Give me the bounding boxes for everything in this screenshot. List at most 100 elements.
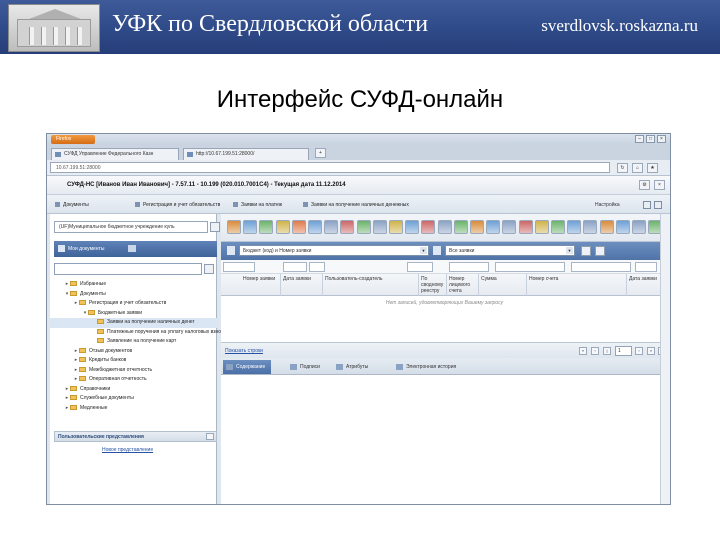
- toolbar-tool-icon[interactable]: [437, 220, 452, 234]
- toolbar-tool-icon[interactable]: [518, 220, 533, 234]
- first-page-icon[interactable]: «: [579, 347, 587, 355]
- toolbar-tool-icon[interactable]: [308, 220, 322, 234]
- new-tab-icon[interactable]: +: [315, 148, 326, 158]
- toolbar-tool-icon[interactable]: [534, 220, 549, 234]
- tree-item[interactable]: ▸ Избранные: [50, 280, 217, 290]
- toolbar-tool-icon[interactable]: [470, 220, 484, 234]
- tree-item[interactable]: ▸ Отзыв документов: [50, 347, 217, 357]
- tree-item[interactable]: ▸ Регистрация и учет обязательств: [50, 299, 217, 309]
- menu-item-payments[interactable]: Заявки на платеж: [233, 202, 282, 208]
- search-icon[interactable]: [204, 264, 214, 274]
- firefox-menu-button[interactable]: Firefox: [51, 135, 95, 144]
- toolbar-tool-icon[interactable]: [356, 220, 371, 234]
- new-view-link[interactable]: Новое представление: [102, 447, 153, 453]
- apply-filter-icon[interactable]: [581, 246, 591, 256]
- tree-item[interactable]: Платежные поручения на уплату налоговых …: [50, 328, 229, 338]
- toolbar-tool-icon[interactable]: [615, 220, 630, 234]
- toolbar-tool-icon[interactable]: [405, 220, 420, 234]
- filter-value-select[interactable]: Все заявки ▼: [445, 245, 575, 256]
- collapse-icon[interactable]: [206, 433, 214, 440]
- toolbar-tool-icon[interactable]: [291, 220, 306, 234]
- reload-icon[interactable]: ↻: [617, 163, 628, 173]
- exit-icon[interactable]: [654, 201, 662, 209]
- my-documents-tab[interactable]: Мои документы: [54, 241, 217, 257]
- chevron-down-icon[interactable]: ▼: [566, 247, 573, 254]
- toolbar-tool-icon[interactable]: [599, 220, 614, 234]
- tab-history[interactable]: Электронная история: [393, 360, 462, 374]
- column-filter-input[interactable]: [407, 262, 433, 272]
- page-scrollbar[interactable]: [660, 214, 670, 504]
- toolbar-tool-icon[interactable]: [275, 220, 290, 234]
- toolbar-tool-icon[interactable]: [551, 220, 565, 234]
- toolbar-tool-icon[interactable]: [324, 220, 339, 234]
- toolbar-tool-icon[interactable]: [259, 220, 274, 234]
- column-filter-input[interactable]: [283, 262, 307, 272]
- column-header[interactable]: Номер лицевого счета: [449, 276, 479, 294]
- clear-filter-icon[interactable]: [595, 246, 605, 256]
- menu-item-obligations[interactable]: Регистрация и учет обязательств: [135, 202, 220, 208]
- page-number-input[interactable]: 1: [615, 346, 632, 356]
- chevron-down-icon[interactable]: ▼: [420, 247, 427, 254]
- home-icon[interactable]: ⌂: [632, 163, 643, 173]
- toolbar-tool-icon[interactable]: [567, 220, 582, 234]
- column-filter-input[interactable]: [635, 262, 657, 272]
- toolbar-tool-icon[interactable]: [583, 220, 598, 234]
- toolbar-tool-icon[interactable]: [243, 220, 258, 234]
- last-page-icon[interactable]: »: [647, 347, 655, 355]
- tab-url[interactable]: http://10.67.199.51:28000/: [183, 148, 309, 160]
- toolbar-tool-icon[interactable]: [502, 220, 517, 234]
- tree-item[interactable]: ▸ Служебные документы: [50, 394, 217, 404]
- settings-button[interactable]: Настройка: [595, 202, 620, 208]
- prev-page-icon[interactable]: ‹: [591, 347, 599, 355]
- org-select[interactable]: (UF)Муниципальное бюджетное учреждение к…: [54, 221, 208, 233]
- column-header[interactable]: Дата заявки: [283, 276, 319, 282]
- tab-sufd[interactable]: СУФД Управление Федерального Казн: [51, 148, 179, 160]
- show-rows-link[interactable]: Показать строки: [225, 348, 263, 354]
- toolbar-tool-icon[interactable]: [632, 220, 646, 234]
- column-header[interactable]: Номер счета: [529, 276, 573, 282]
- tree-item[interactable]: ▸ Медленные: [50, 404, 217, 414]
- column-header[interactable]: Номер заявки: [243, 276, 279, 282]
- next-page-icon[interactable]: ›: [635, 347, 643, 355]
- toolbar-tool-icon[interactable]: [227, 220, 241, 234]
- tree-view-icon[interactable]: [128, 245, 136, 252]
- toolbar-tool-icon[interactable]: [340, 220, 355, 234]
- tree-search-input[interactable]: [54, 263, 202, 275]
- tree-item[interactable]: ▸ Кредиты банков: [50, 356, 217, 366]
- column-header[interactable]: Пользователь-создатель: [325, 276, 413, 282]
- column-header[interactable]: Сумма: [481, 276, 525, 282]
- menu-item-cash[interactable]: Заявки на получение наличных денежных: [303, 202, 409, 208]
- column-filter-input[interactable]: [449, 262, 489, 272]
- app-settings-icon[interactable]: ⚙: [639, 180, 650, 190]
- tree-item[interactable]: Заявки на получение наличных денег: [50, 318, 217, 328]
- url-bar[interactable]: 10.67.199.51:28000: [50, 162, 610, 173]
- minimize-icon[interactable]: –: [635, 135, 644, 143]
- tree-item[interactable]: ▾ Бюджетные заявки: [50, 309, 217, 319]
- column-header[interactable]: По сводному реестру: [421, 276, 447, 294]
- tree-item[interactable]: ▸ Межбюджетная отчетность: [50, 366, 217, 376]
- toolbar-tool-icon[interactable]: [372, 220, 387, 234]
- tree-item[interactable]: Заявление на получение карт: [50, 337, 217, 347]
- tree-item[interactable]: ▾ Документы: [50, 290, 217, 300]
- column-filter-input[interactable]: [571, 262, 631, 272]
- column-filter-input[interactable]: [309, 262, 325, 272]
- column-filter-input[interactable]: [223, 262, 255, 272]
- toolbar-tool-icon[interactable]: [421, 220, 436, 234]
- maximize-icon[interactable]: □: [646, 135, 655, 143]
- toolbar-tool-icon[interactable]: [486, 220, 501, 234]
- tree-item[interactable]: ▸ Оперативная отчетность: [50, 375, 217, 385]
- close-icon[interactable]: ×: [657, 135, 666, 143]
- column-filter-input[interactable]: [495, 262, 565, 272]
- help-icon[interactable]: [643, 201, 651, 209]
- tab-signatures[interactable]: Подписи: [287, 360, 326, 374]
- filter-field-select[interactable]: Бюджет (код) и Номер заявки ▼: [239, 245, 429, 256]
- tree-item[interactable]: ▸ Справочники: [50, 385, 217, 395]
- tab-content[interactable]: Содержание: [223, 360, 272, 374]
- menu-item-documents[interactable]: Документы: [55, 202, 89, 208]
- tab-attributes[interactable]: Атрибуты: [333, 360, 374, 374]
- org-search-icon[interactable]: [210, 222, 220, 232]
- app-close-icon[interactable]: ×: [654, 180, 665, 190]
- toolbar-tool-icon[interactable]: [453, 220, 468, 234]
- bookmark-icon[interactable]: ★: [647, 163, 658, 173]
- toolbar-tool-icon[interactable]: [389, 220, 403, 234]
